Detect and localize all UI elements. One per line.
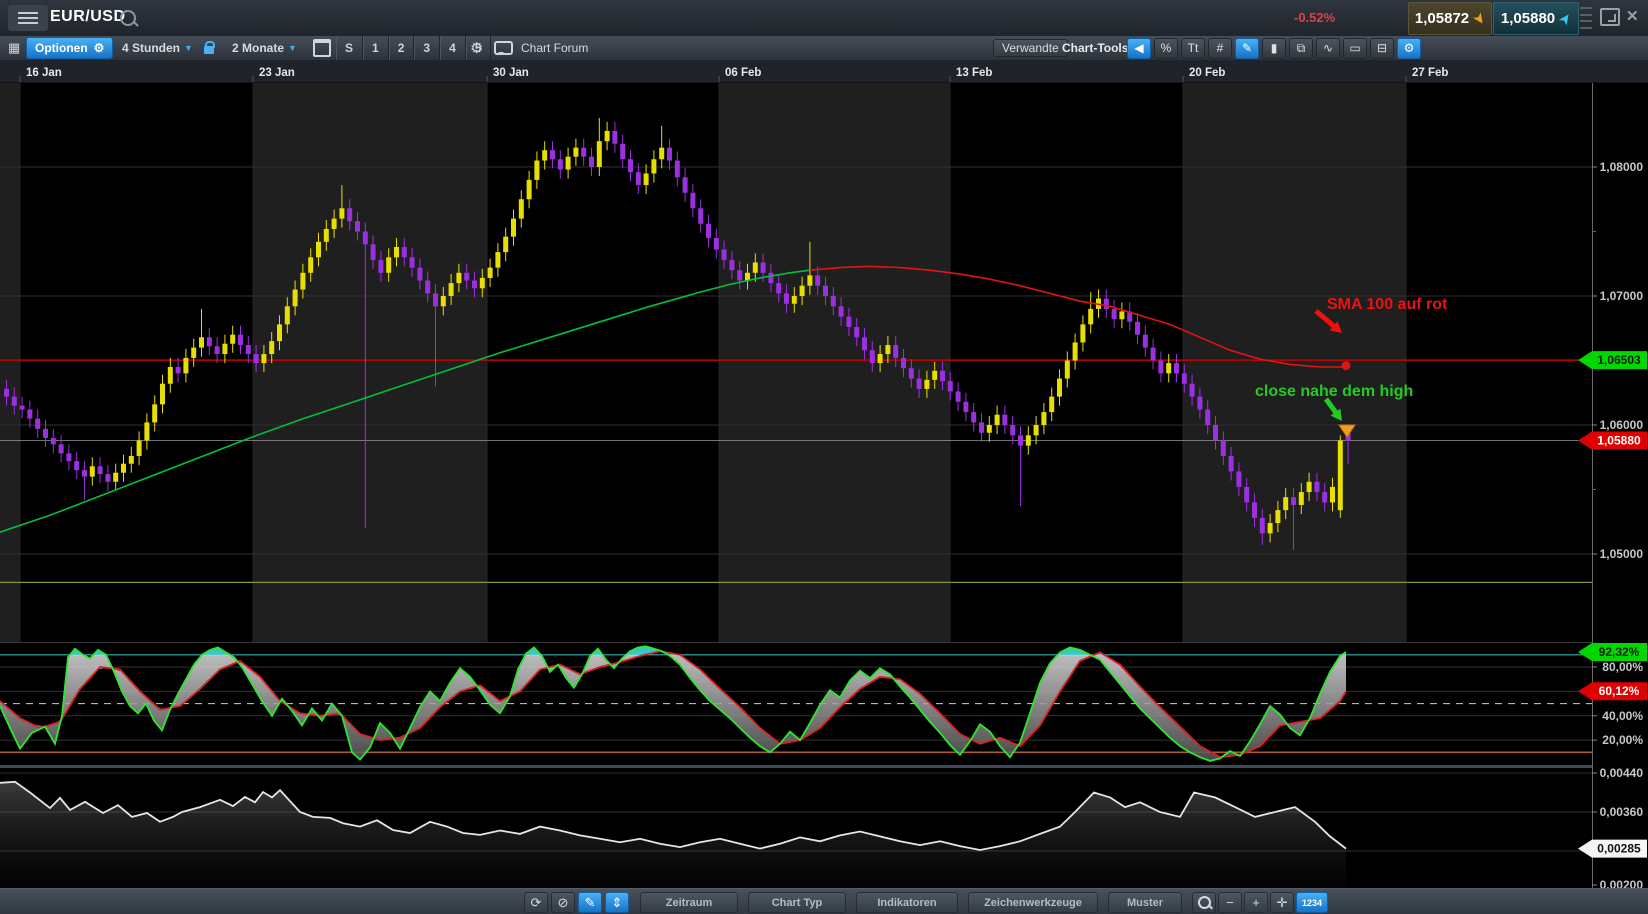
chat-bubble-icon bbox=[494, 41, 513, 55]
sell-price-button[interactable]: 1,05872 ➤ bbox=[1408, 2, 1492, 35]
svg-text:06 Feb: 06 Feb bbox=[725, 67, 761, 79]
candlestick-icon[interactable]: ▮ bbox=[1262, 38, 1286, 59]
zeitraum-button[interactable]: Zeitraum bbox=[640, 892, 738, 913]
zoom-step-s[interactable]: S bbox=[336, 36, 363, 60]
timeframe-dropdown[interactable]: 4 Stunden ▼ bbox=[122, 36, 193, 60]
svg-text:1,05000: 1,05000 bbox=[1600, 547, 1644, 561]
disable-icon[interactable]: ⊘ bbox=[551, 892, 575, 913]
svg-text:20 Feb: 20 Feb bbox=[1189, 67, 1225, 79]
change-percent: -0.52% bbox=[1294, 10, 1335, 25]
zoom-in-icon[interactable]: + bbox=[1244, 892, 1268, 913]
price-chart-canvas[interactable]: 16 Jan 23 Jan 30 Jan 06 Feb 13 Feb 20 Feb 27 F… bbox=[0, 60, 1648, 888]
zoom-out-icon[interactable]: − bbox=[1218, 892, 1242, 913]
svg-text:1,07000: 1,07000 bbox=[1600, 289, 1644, 303]
zoom-steps: S12345 bbox=[336, 36, 491, 60]
muster-button[interactable]: Muster bbox=[1108, 892, 1182, 913]
values-1234-icon[interactable]: 1234 bbox=[1296, 892, 1328, 913]
bid-price: 1,05872 bbox=[1415, 10, 1469, 27]
trading-app-window: EUR/USD -0.52% 1,05872 ➤ 1,05880 ➤ ✕ ▦ O… bbox=[0, 0, 1648, 914]
list-view-icon[interactable]: ▦ bbox=[8, 36, 20, 60]
zoom-step-4[interactable]: 4 bbox=[440, 36, 466, 60]
svg-text:1,08000: 1,08000 bbox=[1600, 160, 1644, 174]
search-icon[interactable] bbox=[120, 10, 136, 26]
bottom-toolbar: ⟳⊘✎⇕ Zeitraum Chart Typ Indikatoren Zeic… bbox=[0, 888, 1648, 914]
svg-text:23 Jan: 23 Jan bbox=[259, 67, 295, 79]
svg-text:0,00440: 0,00440 bbox=[1600, 766, 1644, 780]
options-button[interactable]: Optionen ⚙ bbox=[26, 36, 113, 60]
chart-forum-button[interactable]: Chart Forum bbox=[494, 36, 588, 60]
svg-text:1,05880: 1,05880 bbox=[1597, 433, 1641, 447]
back-arrow-icon[interactable]: ◀ bbox=[1127, 38, 1151, 59]
chart-tools-label: Chart-Tools bbox=[1062, 36, 1128, 60]
svg-text:0,00200: 0,00200 bbox=[1600, 878, 1644, 888]
grid-tool-icon[interactable]: # bbox=[1208, 38, 1232, 59]
zoom-step-2[interactable]: 2 bbox=[389, 36, 415, 60]
price-down-arrow-icon: ➤ bbox=[1472, 11, 1486, 26]
svg-text:27 Feb: 27 Feb bbox=[1412, 67, 1448, 79]
svg-text:0,00285: 0,00285 bbox=[1597, 842, 1641, 856]
svg-text:0,00360: 0,00360 bbox=[1600, 805, 1644, 819]
updown-icon[interactable]: ⇕ bbox=[605, 892, 629, 913]
gear-icon: ⚙ bbox=[94, 41, 105, 55]
chart-forum-label: Chart Forum bbox=[521, 41, 588, 55]
svg-text:80,00%: 80,00% bbox=[1602, 660, 1643, 674]
related-button[interactable]: Verwandte bbox=[993, 36, 1068, 60]
lock-icon[interactable] bbox=[204, 36, 214, 60]
chart-settings-icon[interactable]: ⚙ bbox=[1397, 38, 1421, 59]
svg-text:1,06503: 1,06503 bbox=[1597, 353, 1641, 367]
timeframe-value: 4 Stunden bbox=[122, 41, 180, 55]
svg-text:40,00%: 40,00% bbox=[1602, 709, 1643, 723]
svg-text:16 Jan: 16 Jan bbox=[26, 67, 62, 79]
chart-toolbar: ▦ Optionen ⚙ 4 Stunden ▼ 2 Monate ▼ S123… bbox=[0, 36, 1648, 61]
zoom-step-1[interactable]: 1 bbox=[363, 36, 389, 60]
period-value: 2 Monate bbox=[232, 41, 284, 55]
period-dropdown[interactable]: 2 Monate ▼ bbox=[232, 36, 297, 60]
instrument-title: EUR/USD bbox=[50, 8, 126, 26]
magnifier-icon[interactable] bbox=[1192, 892, 1216, 913]
indicator-draw-icon[interactable]: ✎ bbox=[1235, 38, 1259, 59]
text-tool-icon[interactable]: Tt bbox=[1181, 38, 1205, 59]
svg-text:60,12%: 60,12% bbox=[1599, 684, 1640, 698]
zeichenwerkzeuge-button[interactable]: Zeichenwerkzeuge bbox=[968, 892, 1098, 913]
shape-icon[interactable]: ▭ bbox=[1343, 38, 1367, 59]
buy-price-button[interactable]: 1,05880 ➤ bbox=[1493, 2, 1579, 35]
indikatoren-button[interactable]: Indikatoren bbox=[856, 892, 958, 913]
detach-window-button[interactable] bbox=[1600, 8, 1620, 26]
ask-price: 1,05880 bbox=[1501, 10, 1555, 27]
close-button[interactable]: ✕ bbox=[1626, 8, 1639, 26]
svg-text:30 Jan: 30 Jan bbox=[493, 67, 529, 79]
price-up-arrow-icon: ➤ bbox=[1558, 11, 1572, 26]
calendar-icon[interactable] bbox=[313, 36, 331, 60]
chevron-down-icon: ▼ bbox=[288, 43, 297, 53]
resize-grip-icon[interactable] bbox=[1580, 7, 1592, 29]
svg-text:92,32%: 92,32% bbox=[1599, 645, 1640, 659]
svg-text:1,06000: 1,06000 bbox=[1600, 418, 1644, 432]
steps-settings-icon[interactable]: ⚙ bbox=[470, 36, 483, 60]
options-label: Optionen bbox=[35, 41, 88, 55]
chart-tools-icon-row: ◀%Tt#✎▮⧉∿▭⊟⚙ bbox=[1127, 36, 1421, 60]
chart-typ-button[interactable]: Chart Typ bbox=[748, 892, 846, 913]
layers-icon[interactable]: ⧉ bbox=[1289, 38, 1313, 59]
svg-text:13 Feb: 13 Feb bbox=[956, 67, 992, 79]
percent-icon[interactable]: % bbox=[1154, 38, 1178, 59]
trendlines-icon[interactable]: ∿ bbox=[1316, 38, 1340, 59]
chevron-down-icon: ▼ bbox=[184, 43, 193, 53]
title-bar: EUR/USD -0.52% 1,05872 ➤ 1,05880 ➤ ✕ bbox=[0, 0, 1648, 37]
zoom-step-3[interactable]: 3 bbox=[414, 36, 440, 60]
svg-text:SMA 100 auf rot: SMA 100 auf rot bbox=[1327, 296, 1448, 313]
svg-text:20,00%: 20,00% bbox=[1602, 733, 1643, 747]
draw-icon[interactable]: ✎ bbox=[578, 892, 602, 913]
refresh-icon[interactable]: ⟳ bbox=[524, 892, 548, 913]
menu-icon[interactable] bbox=[8, 5, 48, 31]
crosshair-icon[interactable]: ✛ bbox=[1270, 892, 1294, 913]
print-icon[interactable]: ⊟ bbox=[1370, 38, 1394, 59]
svg-text:close nahe dem high: close nahe dem high bbox=[1255, 383, 1413, 400]
